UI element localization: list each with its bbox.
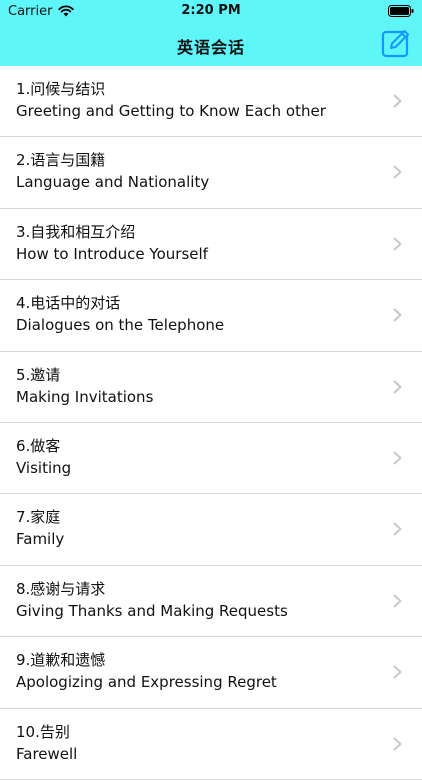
item-title-en: How to Introduce Yourself [16, 244, 208, 263]
chevron-right-icon [393, 594, 402, 608]
battery-icon [388, 5, 414, 17]
list-item[interactable]: 6.做客 Visiting [0, 423, 422, 495]
chevron-right-icon [393, 165, 402, 179]
list-item[interactable]: 1.问候与结识 Greeting and Getting to Know Each… [0, 66, 422, 138]
item-title-en: Dialogues on the Telephone [16, 316, 225, 335]
edit-icon [381, 30, 409, 58]
status-time: 2:20 PM [181, 3, 241, 18]
item-title-zh: 1.问候与结识 [16, 80, 106, 98]
list-item[interactable]: 8.感谢与请求 Giving Thanks and Making Requests [0, 566, 422, 638]
list-item[interactable]: 10.告别 Farewell [0, 709, 422, 780]
chevron-right-icon [393, 380, 402, 394]
list-item[interactable]: 5.邀请 Making Invitations [0, 352, 422, 423]
nav-bar: 英语会话 [0, 22, 422, 66]
item-title-en: Language and Nationality [16, 173, 210, 192]
list-item[interactable]: 4.电话中的对话 Dialogues on the Telephone [0, 280, 422, 352]
chevron-right-icon [393, 522, 402, 536]
chevron-right-icon [393, 94, 402, 108]
item-title-zh: 8.感谢与请求 [16, 579, 106, 598]
item-title-zh: 6.做客 [16, 436, 61, 455]
edit-button[interactable] [378, 26, 414, 62]
list-item[interactable]: 2.语言与国籍 Language and Nationality [0, 137, 422, 209]
list-item[interactable]: 3.自我和相互介绍 How to Introduce Yourself [0, 209, 422, 281]
list-item[interactable]: 7.家庭 Family [0, 494, 422, 566]
chevron-right-icon [393, 737, 402, 751]
item-title-en: Family [16, 530, 65, 549]
chevron-right-icon [393, 451, 402, 465]
item-title-en: Greeting and Getting to Know Each other [16, 102, 326, 120]
item-title-en: Giving Thanks and Making Requests [16, 601, 288, 620]
item-title-zh: 7.家庭 [16, 508, 61, 527]
list-item[interactable]: 9.道歉和遗憾 Apologizing and Expressing Regret [0, 637, 422, 709]
page-title: 英语会话 [176, 38, 245, 57]
item-title-zh: 2.语言与国籍 [16, 151, 106, 170]
item-title-zh: 10.告别 [16, 722, 70, 741]
item-title-zh: 3.自我和相互介绍 [16, 222, 136, 241]
item-title-zh: 9.道歉和遗憾 [16, 651, 106, 670]
item-title-en: Farewell [16, 744, 78, 763]
chevron-right-icon [393, 308, 402, 322]
item-title-en: Making Invitations [16, 387, 154, 406]
status-bar: Carrier 2:20 PM [0, 0, 422, 22]
item-title-en: Apologizing and Expressing Regret [16, 673, 277, 692]
chevron-right-icon [393, 237, 402, 251]
item-title-en: Visiting [16, 458, 72, 477]
header: Carrier 2:20 PM 英语会话 [0, 0, 422, 66]
lesson-list: 1.问候与结识 Greeting and Getting to Know Each… [0, 66, 422, 780]
item-title-zh: 4.电话中的对话 [16, 294, 121, 313]
item-title-zh: 5.邀请 [16, 365, 61, 384]
chevron-right-icon [393, 665, 402, 679]
